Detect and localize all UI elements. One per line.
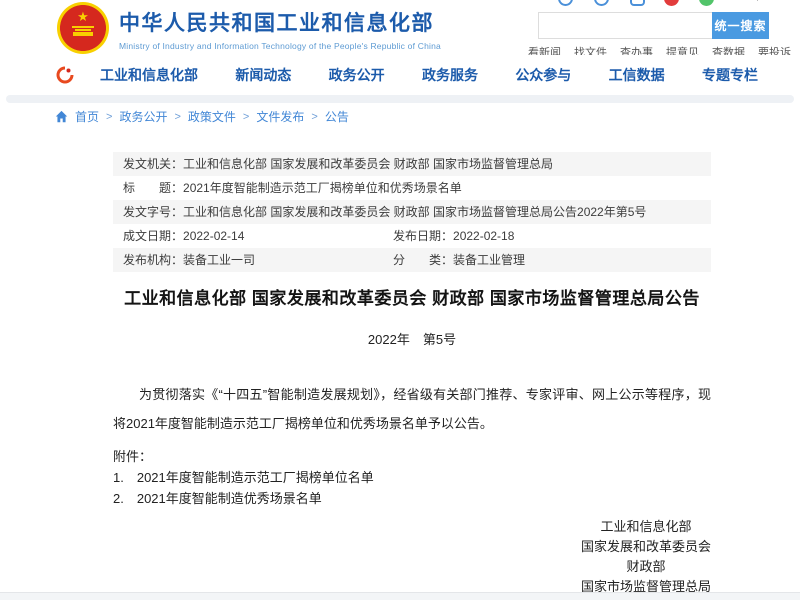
site-subtitle-english: Ministry of Industry and Information Tec… bbox=[119, 41, 441, 51]
topbar-icon-blue-2[interactable] bbox=[594, 0, 609, 6]
breadcrumb-separator: > bbox=[174, 111, 180, 123]
nav-item-topics[interactable]: 专题专栏 bbox=[702, 65, 758, 85]
topbar-icons bbox=[550, 0, 770, 9]
main-nav: 工业和信息化部 新闻动态 政务公开 政务服务 公众参与 工信数据 专题专栏 bbox=[0, 55, 800, 95]
site-titles: 中华人民共和国工业和信息化部 Ministry of Industry and … bbox=[119, 7, 441, 51]
meta-row-dates: 成文日期： 2022-02-14 发布日期： 2022-02-18 bbox=[113, 224, 711, 248]
footer-band bbox=[0, 592, 800, 600]
search-bar: 统一搜索 bbox=[538, 12, 769, 39]
announcement-issue-number: 2022年 第5号 bbox=[113, 329, 711, 348]
breadcrumb-disclosure[interactable]: 政务公开 bbox=[119, 108, 167, 125]
announcement-body: 为贯彻落实《“十四五”智能制造发展规划》，经省级有关部门推荐、专家评审、网上公示… bbox=[113, 380, 711, 438]
national-emblem-icon: ★ bbox=[57, 2, 109, 54]
topbar-icon-green[interactable] bbox=[699, 0, 714, 6]
breadcrumb-file-release[interactable]: 文件发布 bbox=[256, 108, 304, 125]
miit-swirl-logo-icon[interactable] bbox=[55, 65, 75, 85]
search-area: 统一搜索 看新闻 找文件 查办事 提意见 查数据 要投诉 bbox=[538, 0, 770, 55]
meta-row-doc-number: 发文字号： 工业和信息化部 国家发展和改革委员会 财政部 国家市场监督管理总局公… bbox=[113, 200, 711, 224]
document-meta-table: 发文机关： 工业和信息化部 国家发展和改革委员会 财政部 国家市场监督管理总局 … bbox=[113, 152, 711, 272]
nav-item-miit[interactable]: 工业和信息化部 bbox=[100, 65, 198, 85]
nav-divider-band bbox=[6, 95, 794, 103]
signer: 财政部 bbox=[626, 557, 665, 577]
meta-row-title: 标 题： 2021年度智能制造示范工厂揭榜单位和优秀场景名单 bbox=[113, 176, 711, 200]
breadcrumb: 首页 > 政务公开 > 政策文件 > 文件发布 > 公告 bbox=[55, 108, 349, 125]
nav-item-data[interactable]: 工信数据 bbox=[609, 65, 665, 85]
document-content: 发文机关： 工业和信息化部 国家发展和改革委员会 财政部 国家市场监督管理总局 … bbox=[113, 152, 711, 600]
attachment-link-2[interactable]: 2. 2021年度智能制造优秀场景名单 bbox=[113, 488, 711, 509]
signature-block: 工业和信息化部 国家发展和改革委员会 财政部 国家市场监督管理总局 2022年2… bbox=[581, 517, 711, 600]
nav-item-news[interactable]: 新闻动态 bbox=[235, 65, 291, 85]
nav-item-services[interactable]: 政务服务 bbox=[422, 65, 478, 85]
breadcrumb-home[interactable]: 首页 bbox=[75, 108, 99, 125]
breadcrumb-policy-files[interactable]: 政策文件 bbox=[188, 108, 236, 125]
topbar-caret-icon bbox=[757, 0, 758, 1]
meta-row-publisher-category: 发布机构： 装备工业一司 分 类： 装备工业管理 bbox=[113, 248, 711, 272]
nav-item-disclosure[interactable]: 政务公开 bbox=[329, 65, 385, 85]
attachment-link-1[interactable]: 1. 2021年度智能制造示范工厂揭榜单位名单 bbox=[113, 467, 711, 488]
topbar-icon-blue-3[interactable] bbox=[630, 0, 645, 6]
unified-search-button[interactable]: 统一搜索 bbox=[712, 12, 769, 39]
meta-row-issuing-agency: 发文机关： 工业和信息化部 国家发展和改革委员会 财政部 国家市场监督管理总局 bbox=[113, 152, 711, 176]
home-icon[interactable] bbox=[55, 110, 68, 123]
search-input[interactable] bbox=[538, 12, 712, 39]
miit-announcement-page: ★ 中华人民共和国工业和信息化部 Ministry of Industry an… bbox=[0, 0, 800, 600]
topbar-icon-red[interactable] bbox=[664, 0, 679, 6]
nav-items: 工业和信息化部 新闻动态 政务公开 政务服务 公众参与 工信数据 专题专栏 bbox=[100, 55, 758, 95]
attachments-section: 附件： 1. 2021年度智能制造示范工厂揭榜单位名单 2. 2021年度智能制… bbox=[113, 446, 711, 509]
announcement-title: 工业和信息化部 国家发展和改革委员会 财政部 国家市场监督管理总局公告 bbox=[113, 284, 711, 309]
breadcrumb-separator: > bbox=[106, 111, 112, 123]
site-header: ★ 中华人民共和国工业和信息化部 Ministry of Industry an… bbox=[0, 0, 800, 55]
signer: 国家发展和改革委员会 bbox=[581, 537, 711, 557]
breadcrumb-separator: > bbox=[243, 111, 249, 123]
site-logo-link[interactable]: ★ bbox=[57, 2, 109, 54]
site-title: 中华人民共和国工业和信息化部 bbox=[119, 7, 441, 37]
breadcrumb-separator: > bbox=[311, 111, 317, 123]
signer: 工业和信息化部 bbox=[600, 517, 691, 537]
nav-item-participation[interactable]: 公众参与 bbox=[515, 65, 571, 85]
topbar-icon-blue-1[interactable] bbox=[558, 0, 573, 6]
breadcrumb-announcement[interactable]: 公告 bbox=[325, 108, 349, 125]
attachments-label: 附件： bbox=[113, 446, 711, 467]
